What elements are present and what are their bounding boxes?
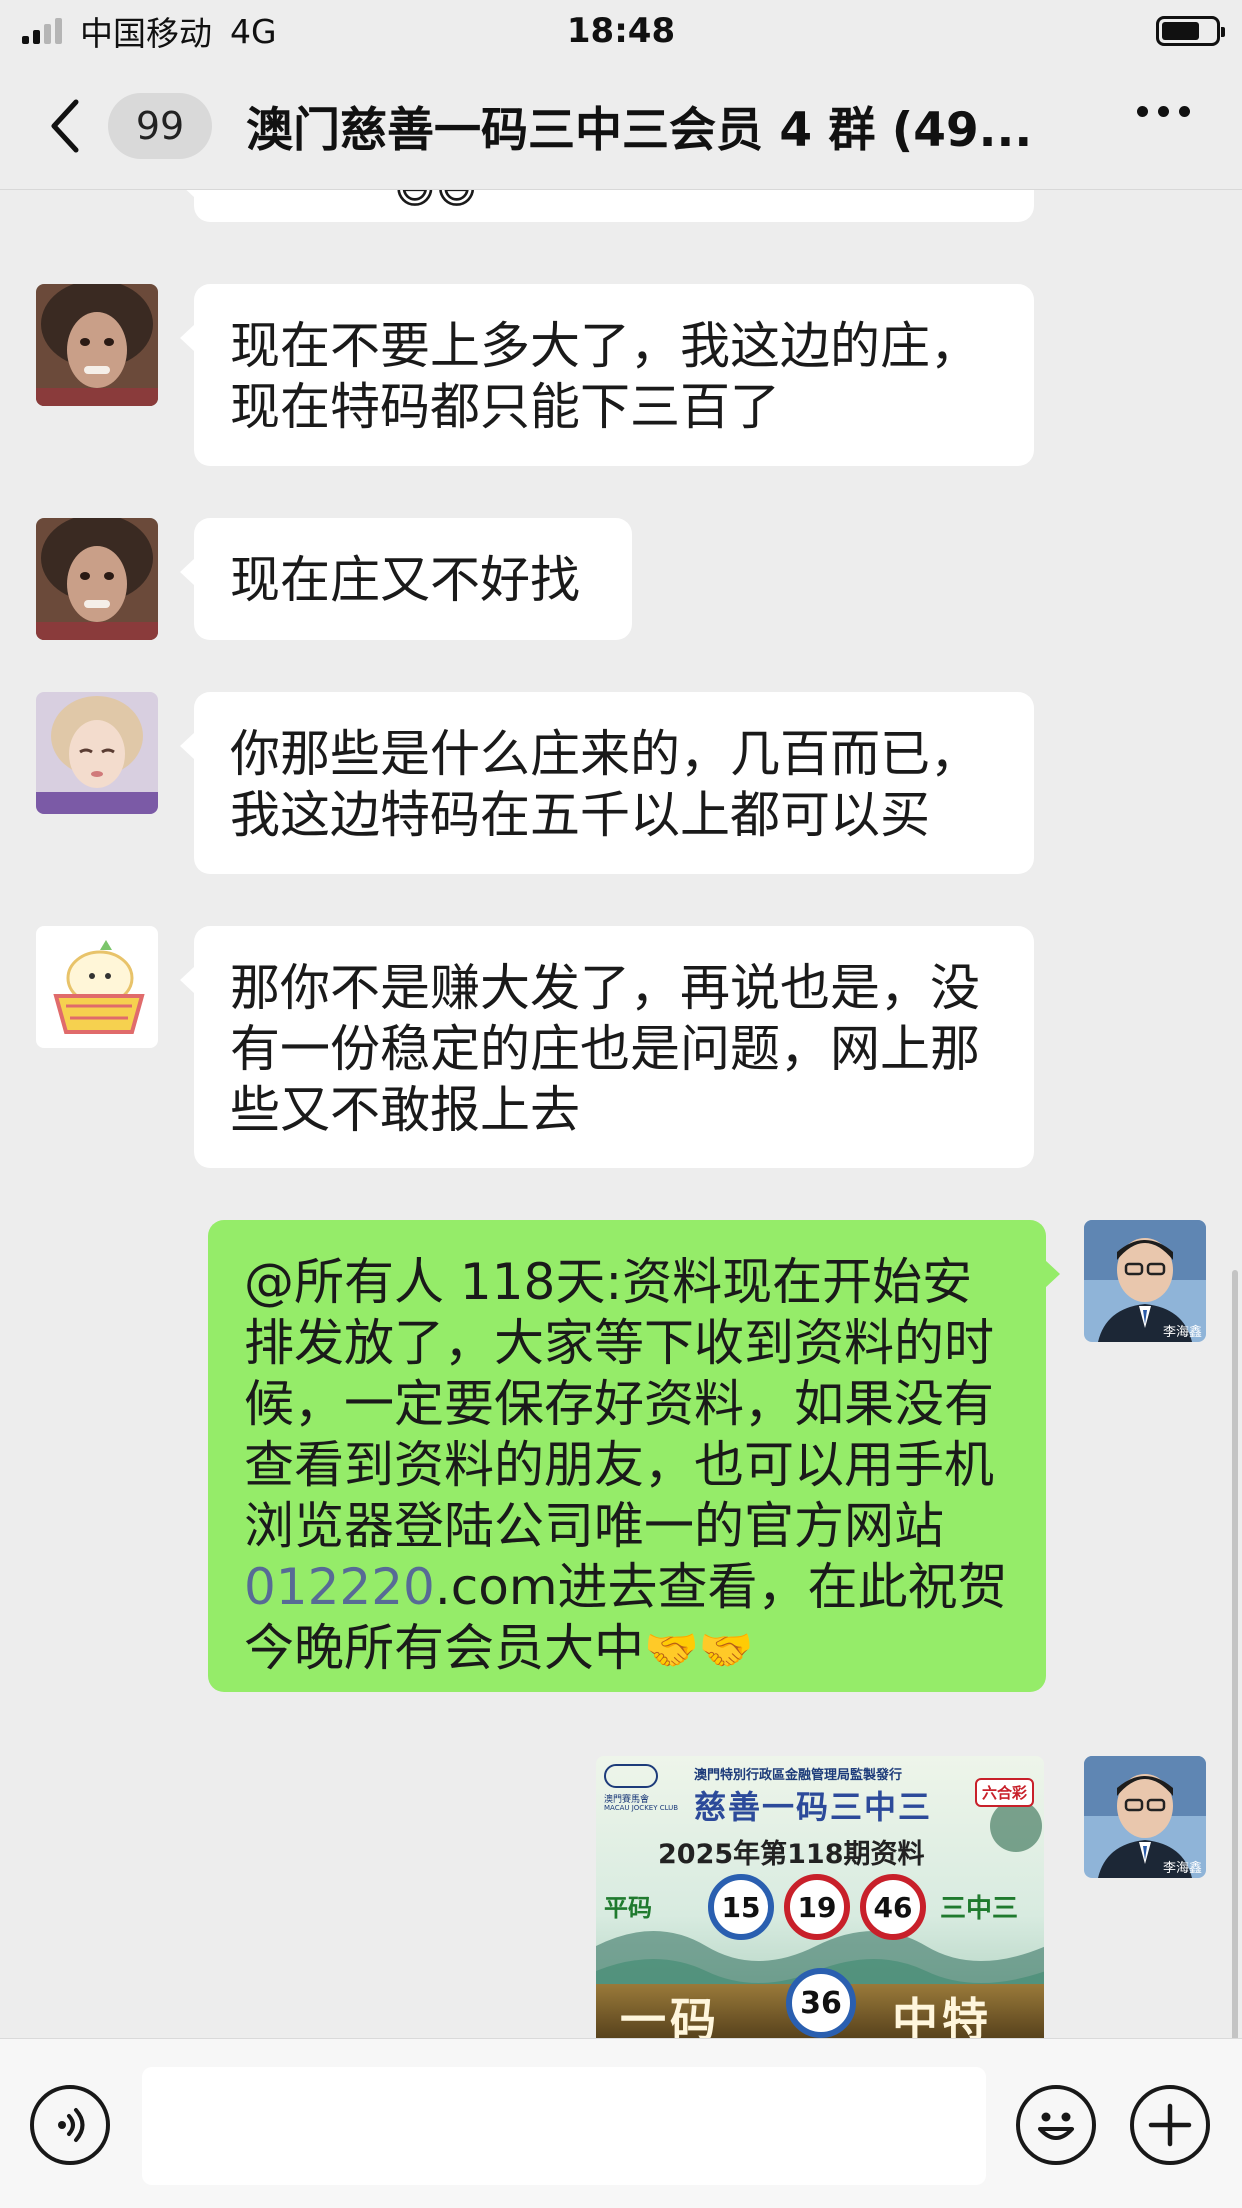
voice-button[interactable] (30, 2085, 110, 2165)
special-number-ball: 36 (786, 1968, 856, 2038)
three-of-three-label: 三中三 (940, 1894, 1019, 1924)
message-list[interactable]: 😄😄 现在不要上多大了，我这边的庄，现在特码都只能下三百了 现在庄又不好找 你那… (0, 190, 1242, 2038)
card-title: 慈善一码三中三 (694, 1788, 933, 1826)
message-bubble[interactable]: 那你不是赚大发了，再说也是，没有一份稳定的庄也是问题，网上那些又不敢报上去 (180, 926, 1034, 1168)
message-text: @所有人 118天:资料现在开始安排发放了，大家等下收到资料的时候，一定要保存好… (244, 1253, 994, 1555)
lottery-badge: 六合彩 (974, 1778, 1034, 1807)
avatar[interactable] (36, 926, 158, 1048)
one-code-label: 一码 (620, 1993, 720, 2038)
message-bubble-partial: 😄😄 (180, 190, 1034, 222)
lottery-image-card[interactable]: 澳門特別行政區金融管理局監製發行 澳門賽馬會 MACAU JOCKEY CLUB… (596, 1756, 1044, 2038)
club-name-en: MACAU JOCKEY CLUB (604, 1804, 679, 1812)
special-number: 36 (800, 1985, 842, 2021)
avatar[interactable] (36, 692, 158, 814)
unread-count-badge[interactable]: 99 (108, 92, 212, 159)
emoji-icon: 😄😄 (394, 190, 478, 213)
signal-icon (22, 18, 62, 44)
number-ball: 19 (784, 1874, 850, 1940)
message-text: 你那些是什么庄来的，几百而已，我这边特码在五千以上都可以买 (230, 725, 980, 844)
ball-number: 15 (721, 1890, 761, 1924)
chat-title: 澳门慈善一码三中三会员 4 群 (49... (246, 103, 1033, 158)
input-bar (0, 2038, 1242, 2208)
avatar-caption: 李海鑫 (1162, 1325, 1202, 1340)
message-input[interactable] (142, 2067, 986, 2185)
plus-icon (1148, 2103, 1192, 2147)
avatar[interactable] (36, 518, 158, 640)
special-hit-label: 中特 (892, 1993, 992, 2038)
website-link[interactable]: 012220 (244, 1558, 435, 1616)
card-header: 澳門特別行政區金融管理局監製發行 (694, 1768, 903, 1783)
network-label: 4G (230, 11, 277, 51)
number-ball: 46 (860, 1874, 926, 1940)
status-left: 中国移动 4G (22, 7, 277, 55)
handshake-icon: 🤝🤝 (644, 1625, 754, 1676)
scrollbar[interactable] (1232, 1270, 1238, 2038)
message-text: 现在庄又不好找 (230, 551, 580, 609)
message-text: 现在不要上多大了，我这边的庄，现在特码都只能下三百了 (230, 317, 980, 436)
avatar[interactable]: 李海鑫 (1084, 1756, 1206, 1878)
back-button[interactable] (34, 86, 96, 166)
avatar-caption: 李海鑫 (1162, 1861, 1202, 1876)
chat-header: 99 澳门慈善一码三中三会员 4 群 (49... (0, 62, 1242, 190)
message-bubble[interactable]: 现在庄又不好找 (180, 518, 632, 640)
voice-icon (58, 2108, 85, 2142)
message-bubble[interactable]: 现在不要上多大了，我这边的庄，现在特码都只能下三百了 (180, 284, 1034, 466)
message-text: 那你不是赚大发了，再说也是，没有一份稳定的庄也是问题，网上那些又不敢报上去 (230, 959, 980, 1139)
ball-number: 46 (873, 1890, 913, 1924)
carrier-label: 中国移动 (80, 14, 212, 53)
ball-number: 19 (797, 1890, 837, 1924)
avatar[interactable] (36, 284, 158, 406)
battery-icon (1156, 16, 1225, 46)
avatar[interactable]: 李海鑫 (1084, 1220, 1206, 1342)
more-icon[interactable] (1137, 106, 1190, 117)
card-issue: 2025年第118期资料 (658, 1839, 925, 1870)
status-bar: 中国移动 4G 18:48 (0, 0, 1242, 62)
message-bubble-outgoing[interactable]: @所有人 118天:资料现在开始安排发放了，大家等下收到资料的时候，一定要保存好… (208, 1220, 1060, 1692)
emoji-button[interactable] (1016, 2085, 1096, 2165)
add-button[interactable] (1130, 2085, 1210, 2165)
club-logo-icon (604, 1764, 658, 1788)
number-ball: 15 (708, 1874, 774, 1940)
message-bubble[interactable]: 你那些是什么庄来的，几百而已，我这边特码在五千以上都可以买 (180, 692, 1034, 874)
flat-code-label: 平码 (604, 1894, 652, 1922)
smiley-icon (1038, 2112, 1074, 2140)
chevron-left-icon (51, 99, 79, 152)
